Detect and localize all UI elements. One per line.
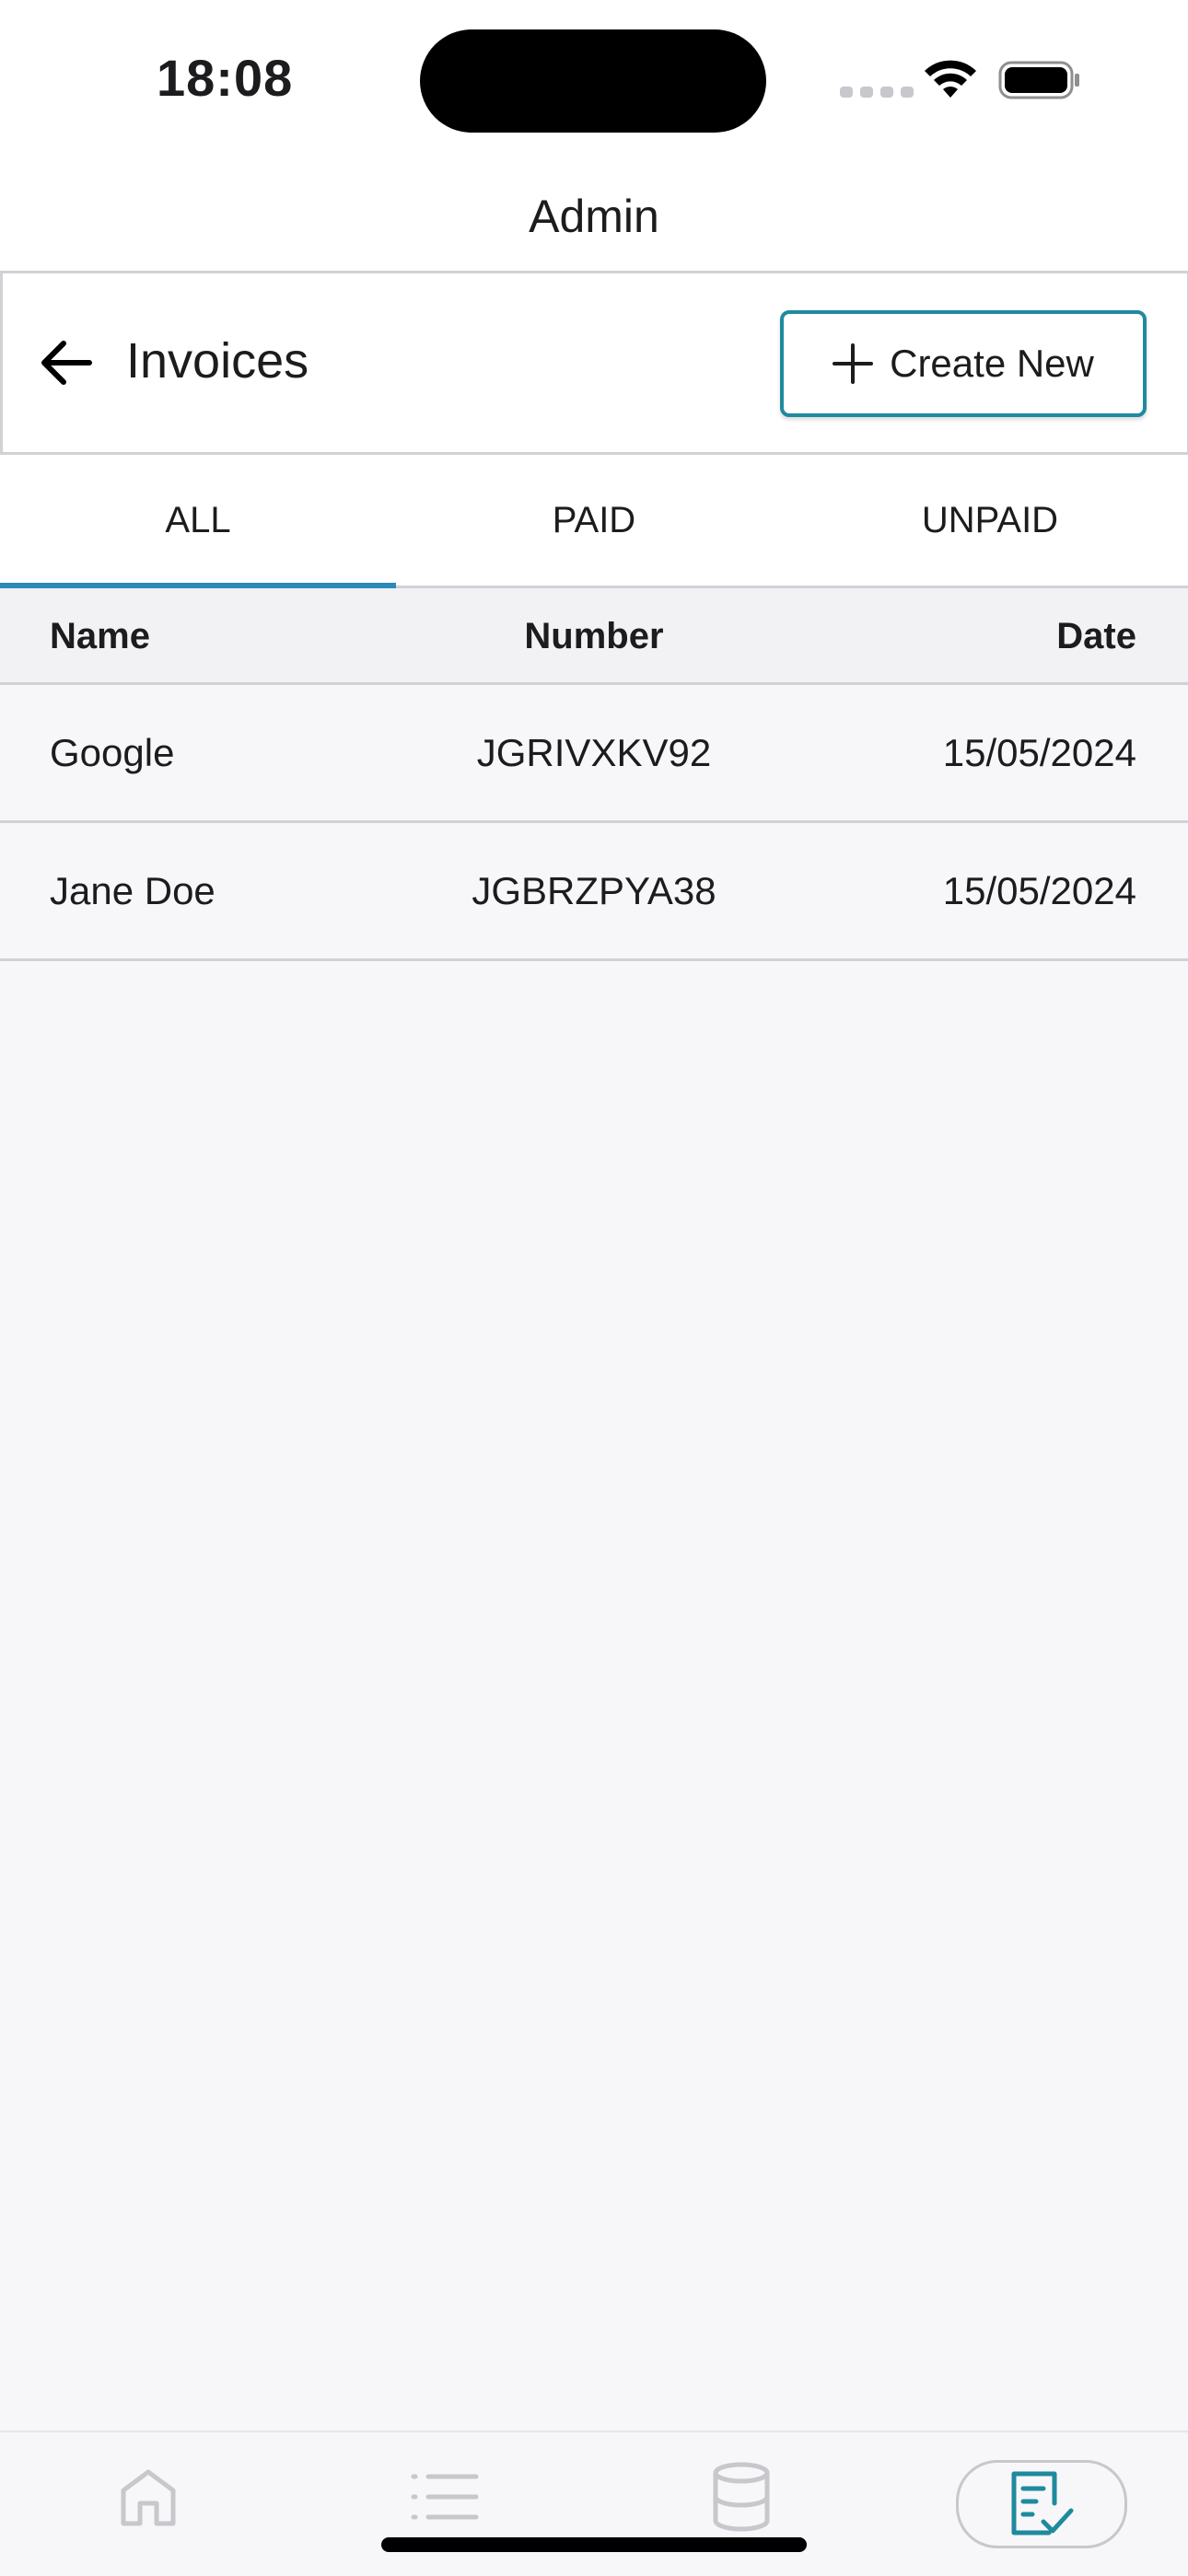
column-header-number[interactable]: Number	[0, 616, 1188, 657]
create-new-label: Create New	[890, 342, 1094, 385]
table-row[interactable]: Google JGRIVXKV92 15/05/2024	[0, 685, 1188, 823]
invoice-filter-tabs: ALL PAID UNPAID	[0, 455, 1188, 588]
nav-invoices[interactable]	[956, 2460, 1127, 2548]
tab-unpaid[interactable]: UNPAID	[792, 455, 1188, 586]
table-header: Name Number Date	[0, 588, 1188, 685]
invoice-check-icon	[1011, 2471, 1074, 2535]
table-row[interactable]: Jane Doe JGBRZPYA38 15/05/2024	[0, 823, 1188, 961]
column-header-date[interactable]: Date	[1056, 616, 1136, 657]
app-title-bar: Admin	[0, 161, 1188, 272]
back-arrow-icon[interactable]	[38, 334, 95, 391]
battery-icon	[998, 61, 1079, 99]
row-date: 15/05/2024	[942, 869, 1136, 912]
tab-all[interactable]: ALL	[0, 455, 396, 588]
status-time: 18:08	[157, 49, 294, 107]
nav-database[interactable]	[700, 2460, 783, 2534]
page-title: Invoices	[126, 333, 309, 389]
bottom-navigation	[0, 2431, 1188, 2576]
status-bar: 18:08	[0, 0, 1188, 161]
nav-home[interactable]	[107, 2460, 190, 2534]
cellular-signal-icon	[840, 87, 914, 98]
tab-paid[interactable]: PAID	[396, 455, 792, 586]
plus-icon	[833, 343, 874, 384]
wifi-icon	[925, 60, 976, 98]
app-title: Admin	[529, 191, 659, 242]
create-new-button[interactable]: Create New	[780, 310, 1147, 417]
nav-list[interactable]	[403, 2460, 486, 2534]
home-icon	[121, 2469, 176, 2526]
page-header: Invoices Create New	[0, 271, 1188, 455]
dynamic-island	[420, 29, 766, 133]
database-icon	[713, 2462, 770, 2532]
list-icon	[411, 2474, 479, 2520]
home-indicator[interactable]	[381, 2537, 807, 2552]
row-date: 15/05/2024	[942, 731, 1136, 774]
